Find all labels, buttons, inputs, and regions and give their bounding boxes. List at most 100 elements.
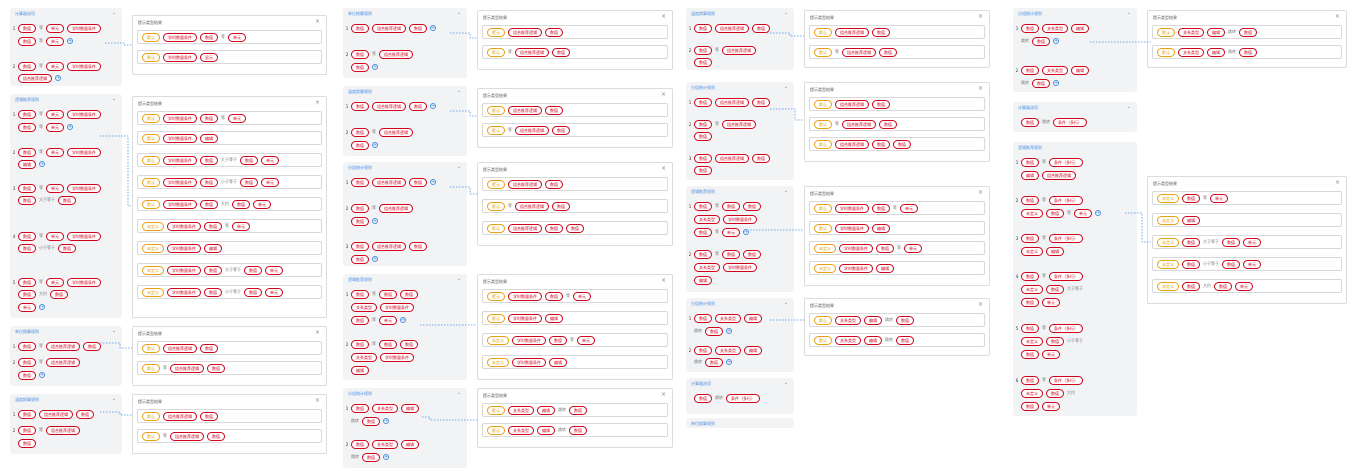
- token-pill[interactable]: 数值: [351, 315, 369, 325]
- token-pill[interactable]: 学时数量条件: [163, 177, 197, 187]
- close-icon[interactable]: ×: [315, 397, 320, 404]
- token-pill[interactable]: 组合推荐逻辑: [515, 125, 549, 135]
- token-pill[interactable]: 编辑: [204, 243, 222, 253]
- token-pill[interactable]: 默认: [142, 113, 160, 123]
- token-pill[interactable]: 数值: [351, 241, 369, 251]
- add-icon[interactable]: +: [1053, 38, 1059, 44]
- token-pill[interactable]: 单元: [253, 199, 271, 209]
- token-pill[interactable]: 学时数量条件: [167, 265, 201, 275]
- token-pill[interactable]: 未定义: [1157, 281, 1179, 291]
- token-pill[interactable]: 默认: [814, 27, 832, 37]
- token-pill[interactable]: 关系类型: [694, 262, 720, 272]
- token-pill[interactable]: 数值: [694, 393, 712, 403]
- token-pill[interactable]: 数值: [18, 277, 36, 287]
- add-icon[interactable]: +: [726, 328, 732, 334]
- token-pill[interactable]: 数值: [552, 125, 570, 135]
- token-pill[interactable]: 数值: [18, 23, 36, 33]
- token-pill[interactable]: 组合推荐逻辑: [163, 411, 197, 421]
- token-pill[interactable]: 默认: [814, 47, 832, 57]
- token-pill[interactable]: 编辑: [545, 313, 563, 323]
- token-pill[interactable]: 数值: [896, 315, 914, 325]
- token-pill[interactable]: 关系类型: [372, 439, 398, 449]
- token-pill[interactable]: 数值: [694, 57, 712, 67]
- token-pill[interactable]: 关系类型: [508, 425, 534, 435]
- token-pill[interactable]: 学时数量条件: [380, 302, 414, 312]
- token-pill[interactable]: 数值: [872, 27, 890, 37]
- token-pill[interactable]: 组合推荐逻辑: [515, 201, 549, 211]
- token-pill[interactable]: 单元: [379, 315, 397, 325]
- token-pill[interactable]: 条件（多行）: [726, 393, 760, 403]
- token-pill[interactable]: 学时数量条件: [163, 52, 197, 62]
- token-pill[interactable]: 数值: [240, 177, 258, 187]
- token-pill[interactable]: 数值: [18, 122, 36, 132]
- token-pill[interactable]: 组合推荐逻辑: [379, 203, 413, 213]
- token-pill[interactable]: 学时数量条件: [508, 291, 542, 301]
- token-pill[interactable]: 数值: [1032, 78, 1050, 88]
- token-pill[interactable]: 数值: [1021, 195, 1039, 205]
- add-icon[interactable]: +: [1053, 80, 1059, 86]
- token-pill[interactable]: 默认: [814, 139, 832, 149]
- close-icon[interactable]: ×: [1335, 179, 1340, 186]
- token-pill[interactable]: 关系类型: [835, 315, 861, 325]
- token-pill[interactable]: 默认: [142, 431, 160, 441]
- token-pill[interactable]: 编辑: [18, 159, 36, 169]
- token-pill[interactable]: 数值: [694, 119, 712, 129]
- token-pill[interactable]: 组合推荐逻辑: [508, 223, 542, 233]
- token-pill[interactable]: 默认: [487, 105, 505, 115]
- token-pill[interactable]: 关系类型: [715, 345, 741, 355]
- token-pill[interactable]: 默认: [487, 125, 505, 135]
- token-pill[interactable]: 学时数量条件: [167, 287, 201, 297]
- token-pill[interactable]: 学时数量条件: [512, 335, 546, 345]
- token-pill[interactable]: 数值: [1222, 259, 1240, 269]
- token-pill[interactable]: 关系类型: [715, 313, 741, 323]
- token-pill[interactable]: 未定义: [487, 335, 509, 345]
- token-pill[interactable]: 数值: [1021, 375, 1039, 385]
- token-pill[interactable]: 编辑: [864, 335, 882, 345]
- token-pill[interactable]: 学时数量条件: [167, 221, 201, 231]
- token-pill[interactable]: 数值: [705, 326, 723, 336]
- token-pill[interactable]: 默认: [487, 405, 505, 415]
- token-pill[interactable]: 数值: [200, 113, 218, 123]
- chevron-down-icon[interactable]: ⌄: [784, 380, 788, 386]
- token-pill[interactable]: 单元: [46, 231, 64, 241]
- token-pill[interactable]: 数值: [694, 131, 712, 141]
- token-pill[interactable]: 默认: [487, 291, 505, 301]
- token-pill[interactable]: 数值: [1021, 349, 1039, 359]
- token-pill[interactable]: 数值: [1239, 27, 1257, 37]
- token-pill[interactable]: 组合推荐逻辑: [515, 47, 549, 57]
- token-pill[interactable]: 学时数量条件: [67, 231, 101, 241]
- token-pill[interactable]: 数值: [58, 195, 76, 205]
- token-pill[interactable]: 默认: [487, 179, 505, 189]
- token-pill[interactable]: 默认: [142, 363, 160, 373]
- token-pill[interactable]: 默认: [814, 223, 832, 233]
- token-pill[interactable]: 单元: [1243, 259, 1261, 269]
- token-pill[interactable]: 学时数量条件: [508, 313, 542, 323]
- token-pill[interactable]: 数值: [379, 339, 397, 349]
- token-pill[interactable]: 数值: [351, 203, 369, 213]
- close-icon[interactable]: ×: [978, 189, 983, 196]
- token-pill[interactable]: 数值: [400, 339, 418, 349]
- add-icon[interactable]: +: [372, 256, 378, 262]
- token-pill[interactable]: 数值: [200, 32, 218, 42]
- close-icon[interactable]: ×: [978, 13, 983, 20]
- token-pill[interactable]: 学时数量条件: [163, 199, 197, 209]
- token-pill[interactable]: 编辑: [694, 275, 712, 285]
- token-pill[interactable]: 组合推荐逻辑: [170, 431, 204, 441]
- token-pill[interactable]: 默认: [487, 201, 505, 211]
- chevron-down-icon[interactable]: ⌄: [112, 96, 116, 102]
- token-pill[interactable]: 默认: [487, 425, 505, 435]
- chevron-down-icon[interactable]: ⌄: [457, 10, 461, 16]
- add-icon[interactable]: +: [372, 218, 378, 224]
- token-pill[interactable]: 单元: [573, 291, 591, 301]
- token-pill[interactable]: 数值: [1046, 284, 1064, 294]
- token-pill[interactable]: 数值: [1021, 401, 1039, 411]
- token-pill[interactable]: 未定义: [1021, 336, 1043, 346]
- token-pill[interactable]: 默认: [142, 411, 160, 421]
- token-pill[interactable]: 单元: [1243, 237, 1261, 247]
- token-pill[interactable]: 组合推荐逻辑: [835, 139, 869, 149]
- token-pill[interactable]: 单元: [1042, 297, 1060, 307]
- token-pill[interactable]: 单元: [46, 36, 64, 46]
- token-pill[interactable]: 单元: [1042, 349, 1060, 359]
- token-pill[interactable]: 数值: [204, 287, 222, 297]
- token-pill[interactable]: 数值: [18, 243, 36, 253]
